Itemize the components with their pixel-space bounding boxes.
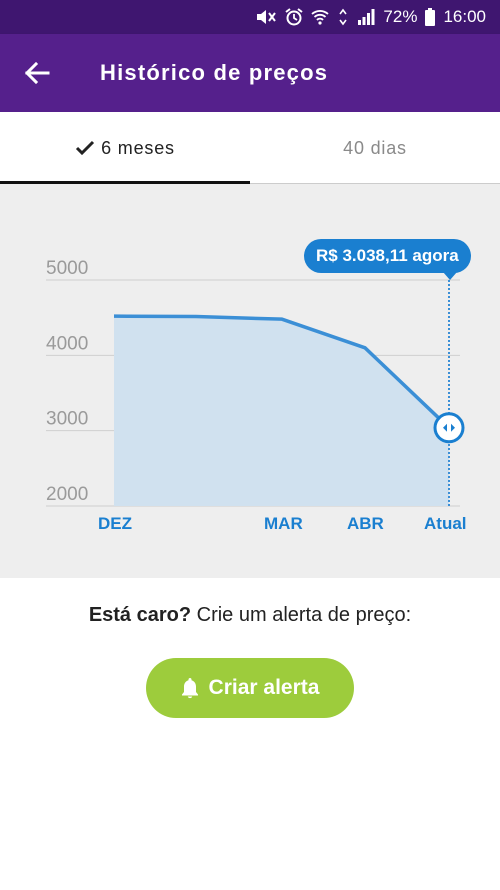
alarm-icon — [285, 8, 304, 26]
x-tick-label: ABR — [347, 514, 384, 533]
create-alert-button[interactable]: Criar alerta — [146, 658, 354, 718]
mute-icon — [255, 8, 277, 26]
wifi-icon — [311, 9, 330, 25]
network-4g-icon — [337, 8, 349, 26]
battery-icon — [425, 8, 436, 26]
clock: 16:00 — [443, 7, 486, 26]
page-title: Histórico de preços — [100, 60, 329, 85]
tab-40-dias[interactable]: 40 dias — [250, 112, 500, 184]
price-area — [114, 316, 449, 506]
create-alert-label: Criar alerta — [208, 676, 320, 699]
y-tick-label: 3000 — [46, 409, 88, 430]
x-tick-label: MAR — [264, 514, 303, 533]
back-button[interactable] — [0, 34, 74, 112]
current-point-handle — [433, 412, 465, 444]
battery-percent: 72% — [383, 7, 418, 26]
y-tick-label: 5000 — [46, 258, 88, 279]
app-bar: Histórico de preços — [0, 34, 500, 112]
bell-icon — [181, 678, 198, 699]
tab-label: 6 meses — [101, 137, 175, 158]
alert-prompt-rest: Crie um alerta de preço: — [191, 604, 412, 626]
check-icon — [75, 140, 95, 156]
period-tabs: 6 meses 40 dias — [0, 112, 500, 184]
status-bar: 72% 16:00 — [0, 0, 500, 34]
y-tick-label: 4000 — [46, 333, 88, 354]
alert-prompt: Está caro? Crie um alerta de preço: — [0, 604, 500, 627]
x-tick-label: DEZ — [98, 514, 132, 533]
x-tick-label: Atual — [424, 514, 467, 533]
tab-6-meses[interactable]: 6 meses — [0, 112, 250, 184]
tab-label: 40 dias — [343, 137, 407, 158]
y-tick-label: 2000 — [46, 484, 88, 505]
signal-icon — [357, 9, 375, 25]
current-price-tooltip: R$ 3.038,11 agora — [304, 239, 471, 280]
arrow-left-icon — [24, 62, 50, 84]
alert-prompt-bold: Está caro? — [88, 604, 192, 626]
